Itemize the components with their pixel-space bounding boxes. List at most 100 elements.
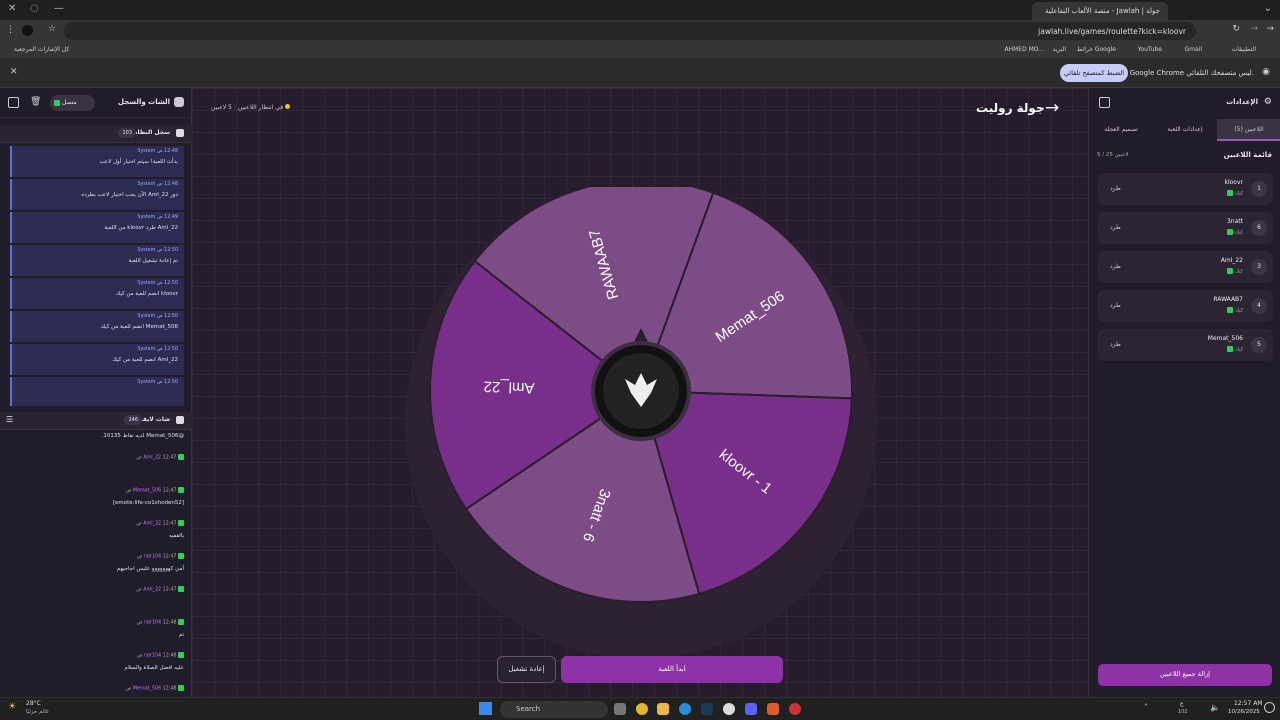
infobar-close-icon[interactable]: ✕ [10, 67, 18, 77]
log-icon [176, 129, 184, 137]
log-text: Memat_506 انضم للعبة من كيك [100, 324, 178, 330]
kick-icon [54, 99, 60, 106]
system-log-header[interactable]: سجل النظام 103 [0, 125, 192, 143]
chat-message: Memat_506 12:48 ص [10, 685, 184, 697]
chat-icon [174, 97, 184, 107]
log-text: Aml_22 انضم للعبة من كيك [112, 357, 178, 363]
collapse-settings-icon[interactable] [1099, 97, 1110, 108]
log-text: دور Aml_22 الآن يجب اختيار لاعب بطرده [81, 192, 178, 198]
log-meta: 12:50 ص System [137, 380, 178, 385]
chat-message-list[interactable]: Aml_22 12:47 ص Memat_506 12:47 ص [emote:… [0, 450, 192, 697]
collapse-panel-icon[interactable] [8, 97, 19, 108]
chat-message-meta: Memat_506 12:47 ص [10, 487, 184, 494]
kick-player-button[interactable]: طرد [1110, 185, 1121, 192]
log-item: 12:50 ص System Memat_506 انضم للعبة من ك… [10, 311, 184, 342]
bookmark-ahmed[interactable]: AHMED MO... [1005, 46, 1045, 53]
language-indicator[interactable]: ع [1180, 700, 1184, 707]
speaker-icon[interactable]: 🔈 [1210, 703, 1220, 712]
bookmark-youtube[interactable]: YouTube [1138, 46, 1162, 53]
bookmark-mail[interactable]: البريد [1053, 46, 1066, 53]
brave-icon[interactable] [767, 703, 779, 715]
steam-icon[interactable] [701, 703, 713, 715]
window-maximize-icon[interactable]: — [54, 3, 64, 14]
tab-wheel-design[interactable]: تصميم العجلة [1089, 119, 1153, 141]
chat-panel-title: الشات والسجل [117, 98, 170, 106]
window-close-icon[interactable]: ✕ [8, 3, 16, 14]
menu-icon[interactable]: ⋮ [6, 25, 15, 35]
player-card: 1 kloovr كيك طرد [1098, 173, 1273, 205]
chat-text: تم [178, 631, 184, 638]
bookmark-apps[interactable]: التطبيقات [1232, 46, 1256, 53]
taskbar-search[interactable]: Search [500, 701, 608, 718]
lobby-status: في انتظار اللاعبين | 5 لاعبين [211, 104, 291, 111]
notification-icon[interactable] [1264, 702, 1275, 713]
log-meta: 12:50 ص System [137, 248, 178, 253]
player-source: كيك [1227, 346, 1243, 353]
kick-player-button[interactable]: طرد [1110, 224, 1121, 231]
set-default-button[interactable]: الضبط كمتصفح تلقائي [1060, 64, 1128, 82]
remove-all-players-button[interactable]: إزالة جميع اللاعبين [1098, 664, 1272, 686]
bookmark-all[interactable]: كل الإشارات المرجعية [14, 46, 69, 53]
infobar-text: Google Chrome ليس متصفحك التلقائي. [1129, 69, 1254, 77]
tab-list-icon[interactable]: ⌄ [1264, 3, 1272, 14]
kick-icon [178, 553, 184, 559]
discord-icon[interactable] [745, 703, 757, 715]
weather-icon[interactable]: ☀ [8, 702, 16, 712]
players-list-count: 5 / 25 لاعبين [1097, 152, 1129, 158]
reload-icon[interactable]: ↻ [1232, 24, 1240, 34]
kick-player-button[interactable]: طرد [1110, 341, 1121, 348]
chat-username[interactable]: nar104 [144, 654, 161, 659]
task-view-icon[interactable] [614, 703, 626, 715]
kick-icon [178, 652, 184, 658]
chrome-taskbar-icon[interactable] [636, 703, 648, 715]
player-source: كيك [1227, 307, 1243, 314]
player-number: 1 [1251, 181, 1267, 197]
chrome-icon: ◉ [1262, 67, 1270, 77]
app-icon[interactable] [789, 703, 801, 715]
bookmark-star-icon[interactable]: ☆ [48, 24, 56, 34]
kick-player-button[interactable]: طرد [1110, 302, 1121, 309]
chat-username[interactable]: Aml_22 [143, 456, 161, 461]
chat-text: عليه افضل الصلاة والسلام [124, 664, 184, 671]
chat-username[interactable]: Memat_506 [133, 489, 161, 494]
restart-button[interactable]: إعادة تشغيل [497, 656, 556, 683]
tray-chevron-icon[interactable]: ˄ [1144, 703, 1148, 712]
system-log-list[interactable]: 12:48 ص System بدأت اللعبة! سيتم اختيار … [0, 144, 192, 406]
edge-icon[interactable] [679, 703, 691, 715]
chat-message-meta: nar104 12:48 ص [10, 619, 184, 626]
tab-game-settings[interactable]: إعدادات اللعبة [1153, 119, 1217, 141]
windows-start-icon[interactable] [479, 702, 492, 715]
window-minimize-icon[interactable]: ◌ [30, 3, 39, 14]
player-number: 6 [1251, 220, 1267, 236]
roulette-wheel[interactable]: Memat_506kloovr - 13natt - 6Aml_22RAWAAB… [405, 187, 877, 659]
status-dot [285, 104, 291, 109]
players-list-title: قائمة اللاعبين [1223, 151, 1272, 159]
back-icon[interactable]: → [1266, 24, 1274, 34]
forward-icon[interactable]: → [1250, 24, 1258, 34]
profile-icon[interactable] [22, 25, 33, 36]
chat-username[interactable]: Aml_22 [143, 588, 161, 593]
settings-panel: ⚙ الإعدادات اللاعبين (5) إعدادات اللعبة … [1088, 88, 1280, 697]
file-explorer-icon[interactable] [657, 703, 669, 715]
browser-tab[interactable]: جولة | Jawlah - منصة الألعاب التفاعلية [1032, 2, 1168, 20]
chat-username[interactable]: Aml_22 [143, 522, 161, 527]
chat-username[interactable]: Memat_506 [133, 687, 161, 692]
live-chat-header[interactable]: شات لايف 246 ☰ [0, 412, 192, 430]
back-arrow-icon[interactable]: → [1045, 98, 1059, 118]
bookmark-maps[interactable]: خرائط Google [1077, 46, 1116, 53]
url-field[interactable]: jawlah.live/games/roulette?kick=kloovr [64, 22, 1196, 40]
chat-username[interactable]: nar104 [144, 621, 161, 626]
settings-taskbar-icon[interactable] [723, 703, 735, 715]
tab-players[interactable]: اللاعبين (5) [1217, 119, 1280, 141]
system-log-title: سجل النظام [133, 129, 170, 136]
chat-message: Aml_22 12:47 ص [10, 454, 184, 467]
chat-username[interactable]: nar104 [144, 555, 161, 560]
chat-message-meta: nar104 12:47 ص [10, 553, 184, 560]
trash-icon[interactable]: 🗑 [30, 97, 41, 107]
menu-lines-icon[interactable]: ☰ [6, 415, 13, 424]
start-game-button[interactable]: ابدأ اللعبة [561, 656, 783, 683]
default-browser-infobar: ✕ الضبط كمتصفح تلقائي Google Chrome ليس … [0, 58, 1280, 88]
kick-player-button[interactable]: طرد [1110, 263, 1121, 270]
clock-time[interactable]: 12:57 AM [1234, 700, 1262, 707]
bookmark-gmail[interactable]: Gmail [1184, 46, 1202, 53]
